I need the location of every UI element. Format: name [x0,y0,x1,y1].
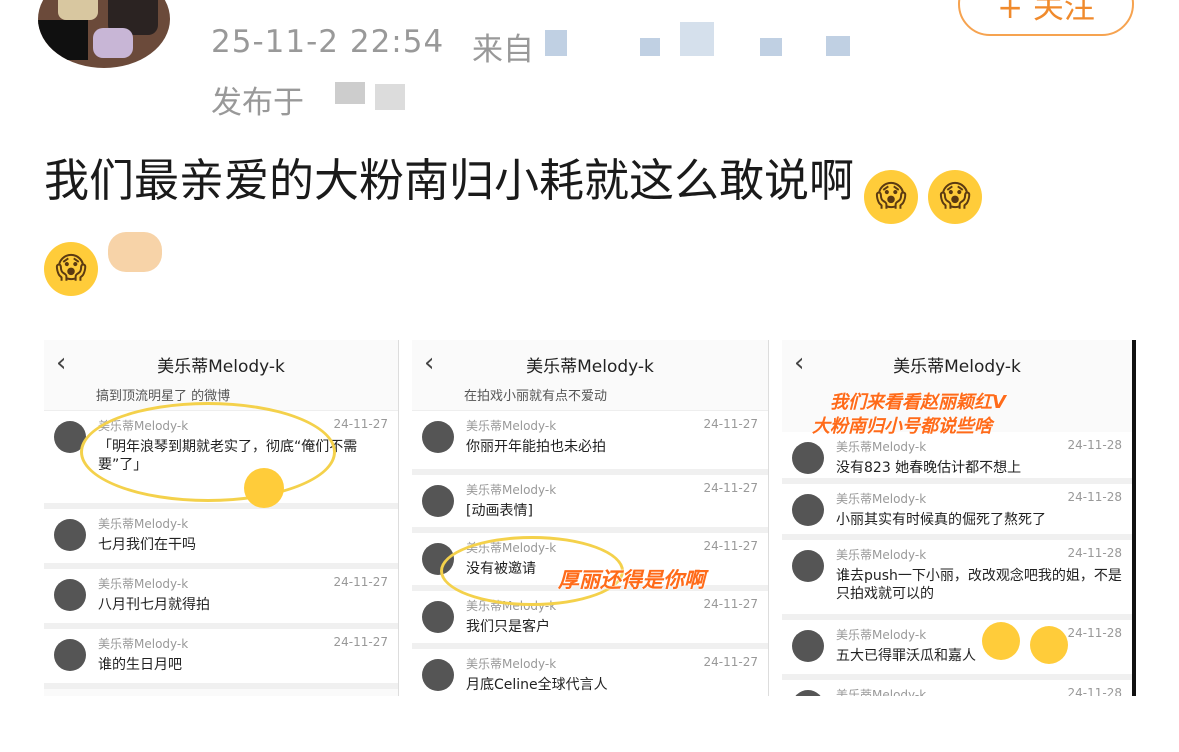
comment-date: 24-11-27 [703,655,758,669]
laughing-emoji-icon [244,468,284,508]
comment-text: [动画表情] [466,503,533,519]
commenter-name: 美乐蒂Melody-k [98,517,189,531]
redacted-source [826,36,850,56]
scream-emoji-icon: 😱 [928,170,983,224]
panel-title: 美乐蒂Melody-k [157,356,285,377]
list-item: 美乐蒂Melody-k 24-11-27 谁的生日月吧 [44,629,398,689]
post-text-line: 我们最亲爱的大粉南归小耗就这么敢说啊 [44,154,855,207]
commenter-avatar [792,550,824,582]
screenshot-panel-1[interactable]: ‹ 美乐蒂Melody-k 搞到顶流明星了 的微博 美乐蒂Melody-k 24… [44,340,399,696]
annotation-text: 我们来看看赵丽颖红V [830,392,1006,413]
redacted-location [335,82,365,104]
list-item: 美乐蒂Melody-k 24-11-28 五大已得罪沃瓜和嘉人 [782,620,1132,680]
avatar-part [93,28,133,58]
pointing-hand-icon [108,232,162,272]
comment-text: 我们只是客户 [466,619,550,635]
commenter-avatar [422,659,454,691]
commenter-avatar [792,630,824,662]
back-arrow-icon: ‹ [794,348,805,378]
comment-text: 五大已得罪沃瓜和嘉人 [836,648,976,664]
comment-text: 七月我们在干吗 [98,537,196,553]
comment-date: 24-11-27 [333,635,388,649]
comment-date: 24-11-28 [1067,626,1122,640]
commenter-avatar [422,485,454,517]
screenshot-panel-3[interactable]: ‹ 美乐蒂Melody-k 美乐蒂Melody-k 24-11-28 没有823… [782,340,1136,696]
list-item: 美乐蒂Melody-k 24-11-28 没有823 她春晚估计都不想上 [782,432,1132,484]
list-item: 美乐蒂Melody-k 24-11-28 小丽其实有时候真的倔死了熬死了 [782,484,1132,540]
comment-date: 24-11-27 [333,575,388,589]
screenshot-panel-2[interactable]: ‹ 美乐蒂Melody-k 在拍戏小丽就有点不爱动 美乐蒂Melody-k 24… [412,340,769,696]
back-arrow-icon: ‹ [56,348,67,378]
list-item: 美乐蒂Melody-k 24-11-28 [782,680,1132,696]
panel-title: 美乐蒂Melody-k [526,356,654,377]
commenter-avatar [54,639,86,671]
comment-text: 月底Celine全球代言人 [466,677,608,693]
post-text: 我们最亲爱的大粉南归小耗就这么敢说啊 😱 😱 [44,150,1124,224]
list-item: 美乐蒂Melody-k 24-11-27 月底Celine全球代言人 [412,649,768,696]
commenter-avatar [422,421,454,453]
list-item: 美乐蒂Melody-k 24-11-27 我们只是客户 [412,591,768,649]
list-item: 美乐蒂Melody-k 24-11-27 你丽开年能拍也未必拍 [412,411,768,475]
user-avatar[interactable] [38,0,170,68]
redacted-source [760,38,782,56]
comment-text: 小丽其实有时候真的倔死了熬死了 [836,512,1046,528]
panel-title: 美乐蒂Melody-k [893,356,1021,377]
annotation-text: 厚丽还得是你啊 [558,568,705,592]
list-item: 美乐蒂Melody-k 七月我们在干吗 [44,509,398,569]
comment-date: 24-11-27 [703,597,758,611]
follow-button[interactable]: + 关注 [958,0,1134,36]
comment-date: 24-11-27 [703,539,758,553]
comment-date: 24-11-28 [1067,546,1122,560]
list-item: 美乐蒂Melody-k 24-11-27 [动画表情] [412,475,768,533]
laughing-emoji-icon [982,622,1020,660]
redacted-location [375,84,405,110]
commenter-avatar [792,442,824,474]
comment-text: 八月刊七月就得拍 [98,597,210,613]
comment-date: 24-11-28 [1067,490,1122,504]
list-item: 美乐蒂Melody-k 24-11-28 谁去push一下小丽，改改观念吧我的姐… [782,540,1132,620]
comment-date: 24-11-27 [703,417,758,431]
redacted-source [545,30,567,56]
comment-date: 24-11-28 [1067,686,1122,696]
list-item: 美乐蒂Melody-k 24-11-27 八月刊七月就得拍 [44,569,398,629]
comment-text: 谁的生日月吧 [98,657,182,673]
comment-date: 24-11-27 [333,417,388,431]
comment-text: 谁去push一下小丽，改改观念吧我的姐，不是只拍戏就可以的 [836,568,1122,602]
post-text-emojis: 😱 [44,226,162,296]
avatar-part [38,20,88,60]
commenter-avatar [792,494,824,526]
annotation-text: 大粉南归小号都说些啥 [812,416,992,437]
comment-date: 24-11-27 [703,481,758,495]
post-source-label: 来自 [472,32,534,68]
scream-emoji-icon: 😱 [44,242,98,296]
post-location-label: 发布于 [211,85,304,121]
scream-emoji-icon: 😱 [864,170,919,224]
laughing-emoji-icon [1030,626,1068,664]
redacted-source [640,38,660,56]
commenter-avatar [54,519,86,551]
commenter-avatar [54,579,86,611]
comment-text: 你丽开年能拍也未必拍 [466,439,606,455]
avatar-part [58,0,98,20]
commenter-avatar [422,601,454,633]
redacted-source [680,22,714,56]
commenter-avatar [792,690,824,696]
back-arrow-icon: ‹ [424,348,435,378]
post-timestamp: 25-11-2 22:54 [211,24,445,60]
highlight-circle [80,402,336,502]
comment-text: 没有823 她春晚估计都不想上 [836,460,1022,476]
comment-date: 24-11-28 [1067,438,1122,452]
panel-top-snippet: 在拍戏小丽就有点不爱动 [412,388,768,411]
